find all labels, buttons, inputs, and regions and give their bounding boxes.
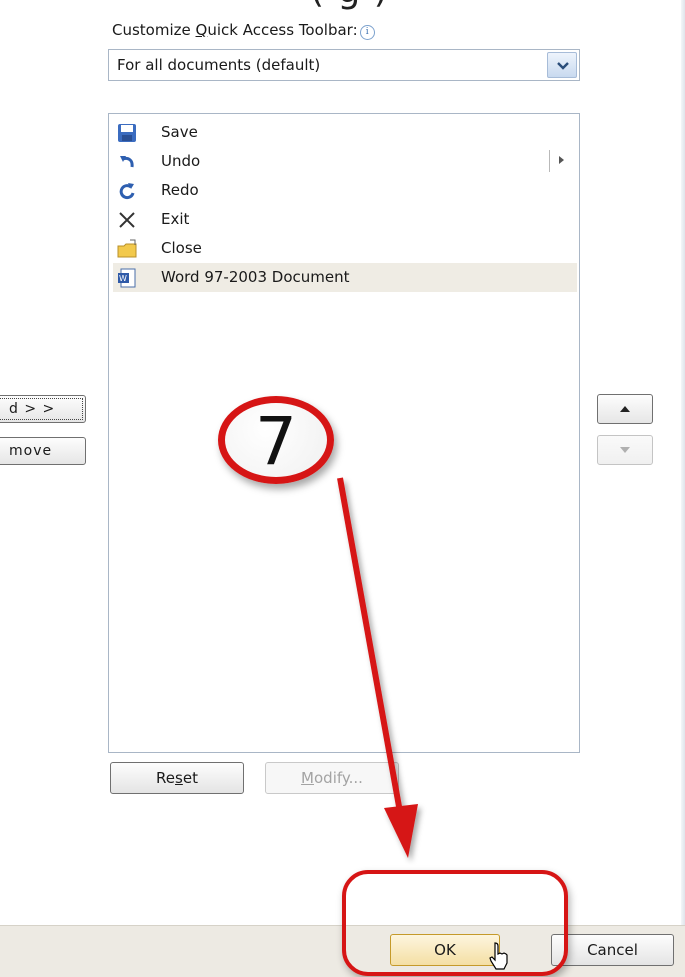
split-divider bbox=[549, 150, 550, 172]
customize-toolbar-label: Customize Quick Access Toolbar: i bbox=[112, 21, 375, 40]
ok-button-highlight bbox=[342, 870, 568, 976]
arrow-down-icon bbox=[620, 447, 630, 453]
list-item-exit[interactable]: Exit bbox=[113, 205, 577, 234]
list-item-undo[interactable]: Undo bbox=[113, 147, 577, 176]
add-button[interactable]: d > > bbox=[0, 395, 86, 423]
quick-access-commands-list[interactable]: Save Undo Redo Exit Close W Word 97-2003… bbox=[108, 113, 580, 753]
move-up-button[interactable] bbox=[597, 394, 653, 424]
svg-text:W: W bbox=[119, 274, 127, 283]
modify-button[interactable]: Modify... bbox=[265, 762, 399, 794]
undo-icon bbox=[117, 152, 137, 172]
document-scope-value: For all documents (default) bbox=[117, 56, 321, 74]
clipped-heading: ( g ) bbox=[0, 0, 685, 14]
step-badge: 7 bbox=[218, 396, 334, 484]
chevron-down-icon[interactable] bbox=[547, 52, 577, 78]
remove-button[interactable]: move bbox=[0, 437, 86, 465]
list-item-save[interactable]: Save bbox=[113, 118, 577, 147]
list-item-word-97-2003-document[interactable]: W Word 97-2003 Document bbox=[113, 263, 577, 292]
step-number: 7 bbox=[255, 403, 297, 480]
submenu-arrow-icon[interactable] bbox=[559, 156, 564, 164]
window-edge bbox=[681, 0, 685, 925]
folder-close-icon bbox=[117, 239, 137, 259]
save-icon bbox=[117, 123, 137, 143]
redo-icon bbox=[117, 181, 137, 201]
move-down-button[interactable] bbox=[597, 435, 653, 465]
info-icon[interactable]: i bbox=[359, 25, 375, 40]
clipped-heading-text: ( g ) bbox=[310, 0, 389, 11]
word-doc-icon: W bbox=[117, 268, 137, 288]
arrow-up-icon bbox=[620, 406, 630, 412]
reset-button[interactable]: Reset bbox=[110, 762, 244, 794]
list-item-redo[interactable]: Redo bbox=[113, 176, 577, 205]
cancel-button[interactable]: Cancel bbox=[551, 934, 674, 966]
close-x-icon bbox=[117, 210, 137, 230]
list-item-close[interactable]: Close bbox=[113, 234, 577, 263]
document-scope-select[interactable]: For all documents (default) bbox=[108, 49, 580, 81]
